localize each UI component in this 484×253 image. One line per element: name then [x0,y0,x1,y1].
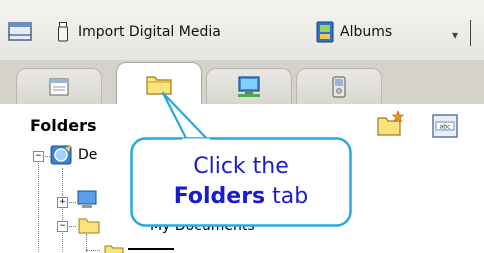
callout-line-2-rest: tab [265,184,309,209]
callout-bubble: Click the Folders tab [130,137,352,227]
callout-text: Click the Folders tab [130,137,352,227]
application-window: Import Digital Media ▾ Albums ▾ [0,0,484,253]
callout-line-2: Folders tab [174,182,308,212]
callout-emphasis: Folders [173,184,266,209]
callout-line-1: Click the [193,154,289,179]
